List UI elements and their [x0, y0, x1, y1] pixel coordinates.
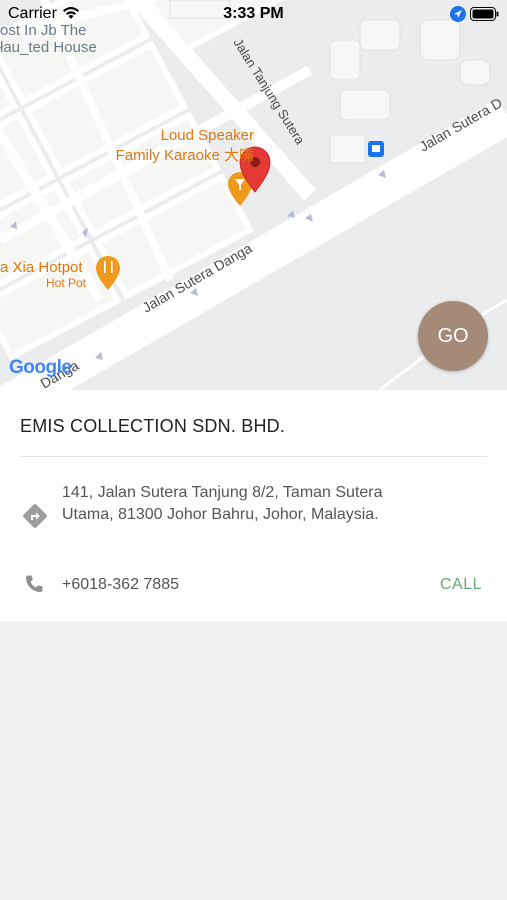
google-logo: Google — [9, 357, 72, 379]
poi-label-line: łau_ted House — [0, 39, 97, 56]
phone-icon — [26, 575, 43, 592]
go-button[interactable]: GO — [418, 301, 488, 371]
poi-label-line: Family Karaoke 大嘴 — [115, 147, 254, 164]
address-text: 141, Jalan Sutera Tanjung 8/2, Taman Sut… — [62, 484, 383, 523]
divider — [20, 456, 487, 457]
poi-label-hotpot[interactable]: a Xia Hotpot Hot Pot — [0, 259, 86, 290]
call-button[interactable]: CALL — [440, 576, 482, 594]
status-time: 3:33 PM — [223, 5, 284, 22]
status-bar: Carrier 3:33 PM — [0, 0, 507, 28]
poi-label-line: a Xia Hotpot — [0, 259, 83, 276]
location-services-icon — [450, 6, 466, 22]
poi-label-line: Hot Pot — [46, 276, 87, 290]
google-logo-text: Google — [9, 357, 72, 378]
battery-icon — [470, 7, 499, 21]
location-card: EMIS COLLECTION SDN. BHD. 141, Jalan Sut… — [0, 390, 507, 621]
company-name: EMIS COLLECTION SDN. BHD. — [20, 416, 286, 436]
phone-number: +6018-362 7885 — [62, 576, 179, 593]
poi-label-line: Loud Speaker — [160, 127, 254, 144]
poi-label-karaoke[interactable]: Loud Speaker Family Karaoke 大嘴 — [96, 127, 254, 165]
map-view[interactable]: Jalan Tanjung Sutera Jalan Sutera Danga … — [0, 0, 507, 390]
directions-icon[interactable] — [22, 503, 48, 529]
go-button-label: GO — [437, 324, 469, 347]
